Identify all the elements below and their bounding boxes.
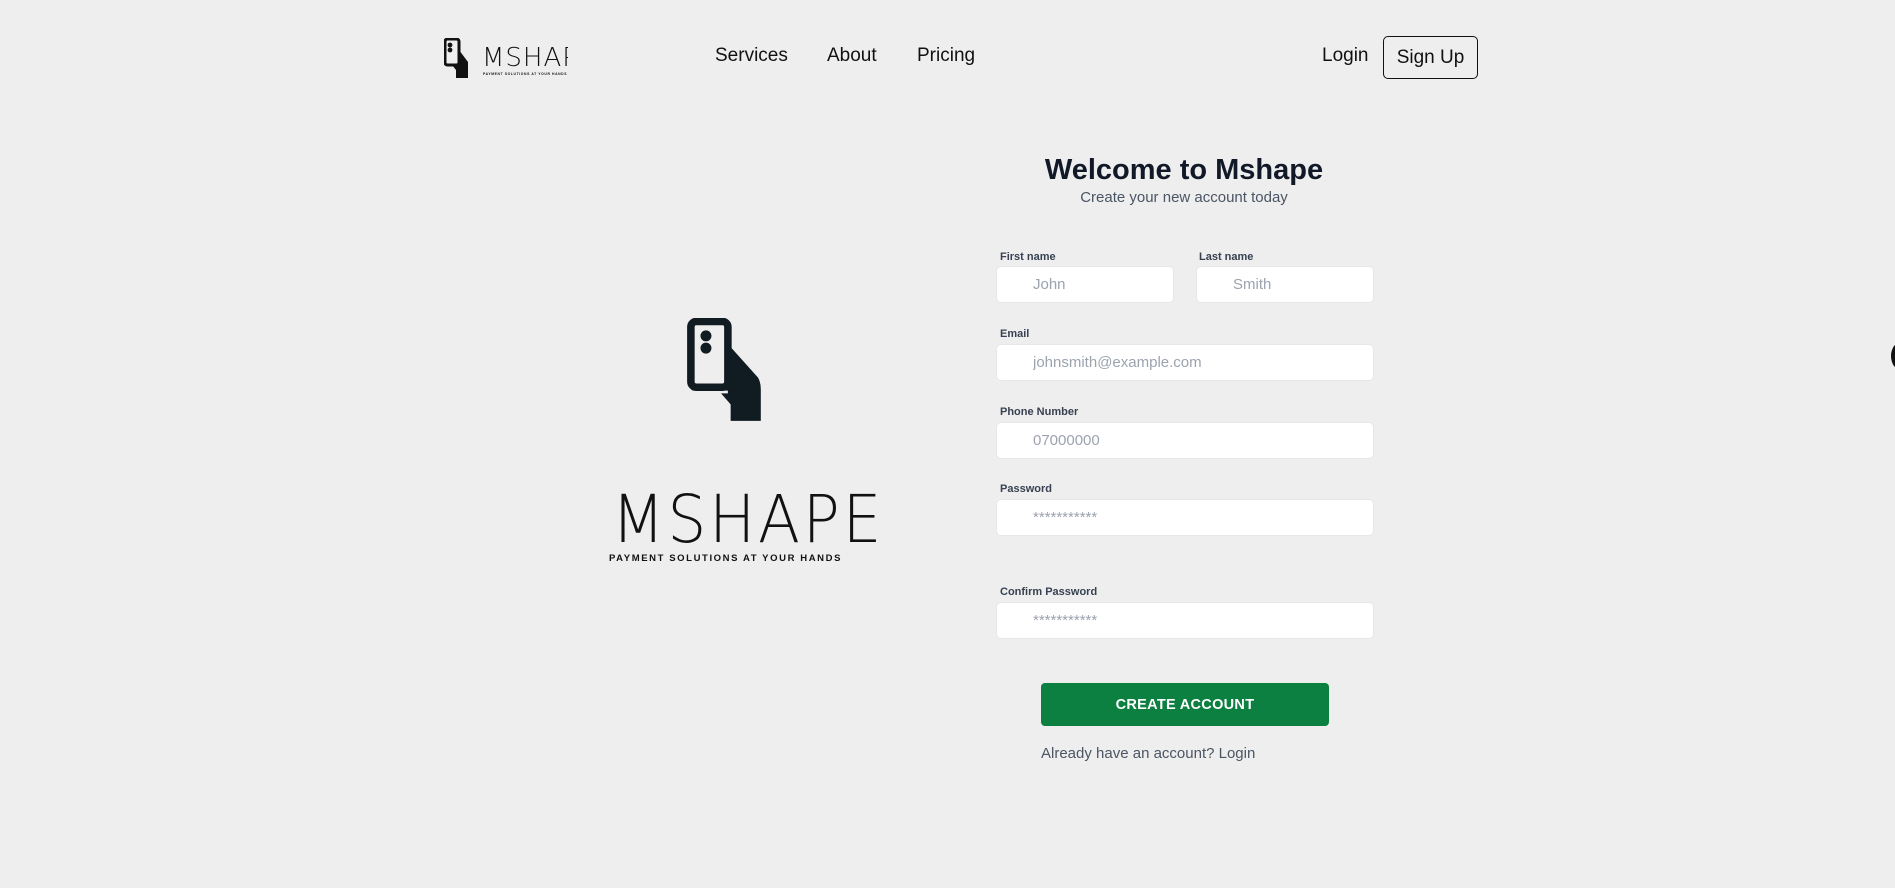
phone-label: Phone Number [1000, 406, 1079, 418]
form-title: Welcome to Mshape [1044, 154, 1324, 186]
login-prompt: Already have an account? Login [1041, 745, 1255, 762]
svg-text:PAYMENT SOLUTIONS AT YOUR HAND: PAYMENT SOLUTIONS AT YOUR HANDS [483, 72, 567, 76]
signup-page: MSHAPE PAYMENT SOLUTIONS AT YOUR HANDS S… [0, 0, 1895, 888]
nav-about[interactable]: About [827, 44, 877, 68]
signup-button[interactable]: Sign Up [1383, 36, 1478, 79]
brand-tagline: PAYMENT SOLUTIONS AT YOUR HANDS [608, 553, 843, 564]
phone-input[interactable] [996, 422, 1374, 459]
header-login-link[interactable]: Login [1322, 44, 1369, 68]
login-prompt-text: Already have an account? [1041, 745, 1219, 762]
confirm-password-label: Confirm Password [1000, 586, 1098, 598]
nav-services[interactable]: Services [715, 44, 788, 68]
last-name-input[interactable] [1196, 266, 1374, 303]
password-input[interactable] [996, 499, 1374, 536]
form-subtitle: Create your new account today [1080, 189, 1288, 206]
email-label: Email [1000, 328, 1030, 340]
brand-wordmark: MSHAPE [611, 481, 885, 558]
login-link[interactable]: Login [1219, 745, 1256, 762]
confirm-password-input[interactable] [996, 602, 1374, 639]
last-name-label: Last name [1199, 251, 1254, 263]
mshape-logo[interactable]: MSHAPE PAYMENT SOLUTIONS AT YOUR HANDS [444, 38, 568, 82]
floating-widget-icon[interactable] [1891, 342, 1895, 370]
hand-card-icon [687, 318, 761, 421]
first-name-input[interactable] [996, 266, 1174, 303]
first-name-label: First name [1000, 251, 1056, 263]
password-label: Password [1000, 483, 1052, 495]
svg-text:MSHAPE: MSHAPE [482, 43, 568, 73]
create-account-button[interactable]: CREATE ACCOUNT [1041, 683, 1329, 726]
email-input[interactable] [996, 344, 1374, 381]
nav-pricing[interactable]: Pricing [917, 44, 975, 68]
